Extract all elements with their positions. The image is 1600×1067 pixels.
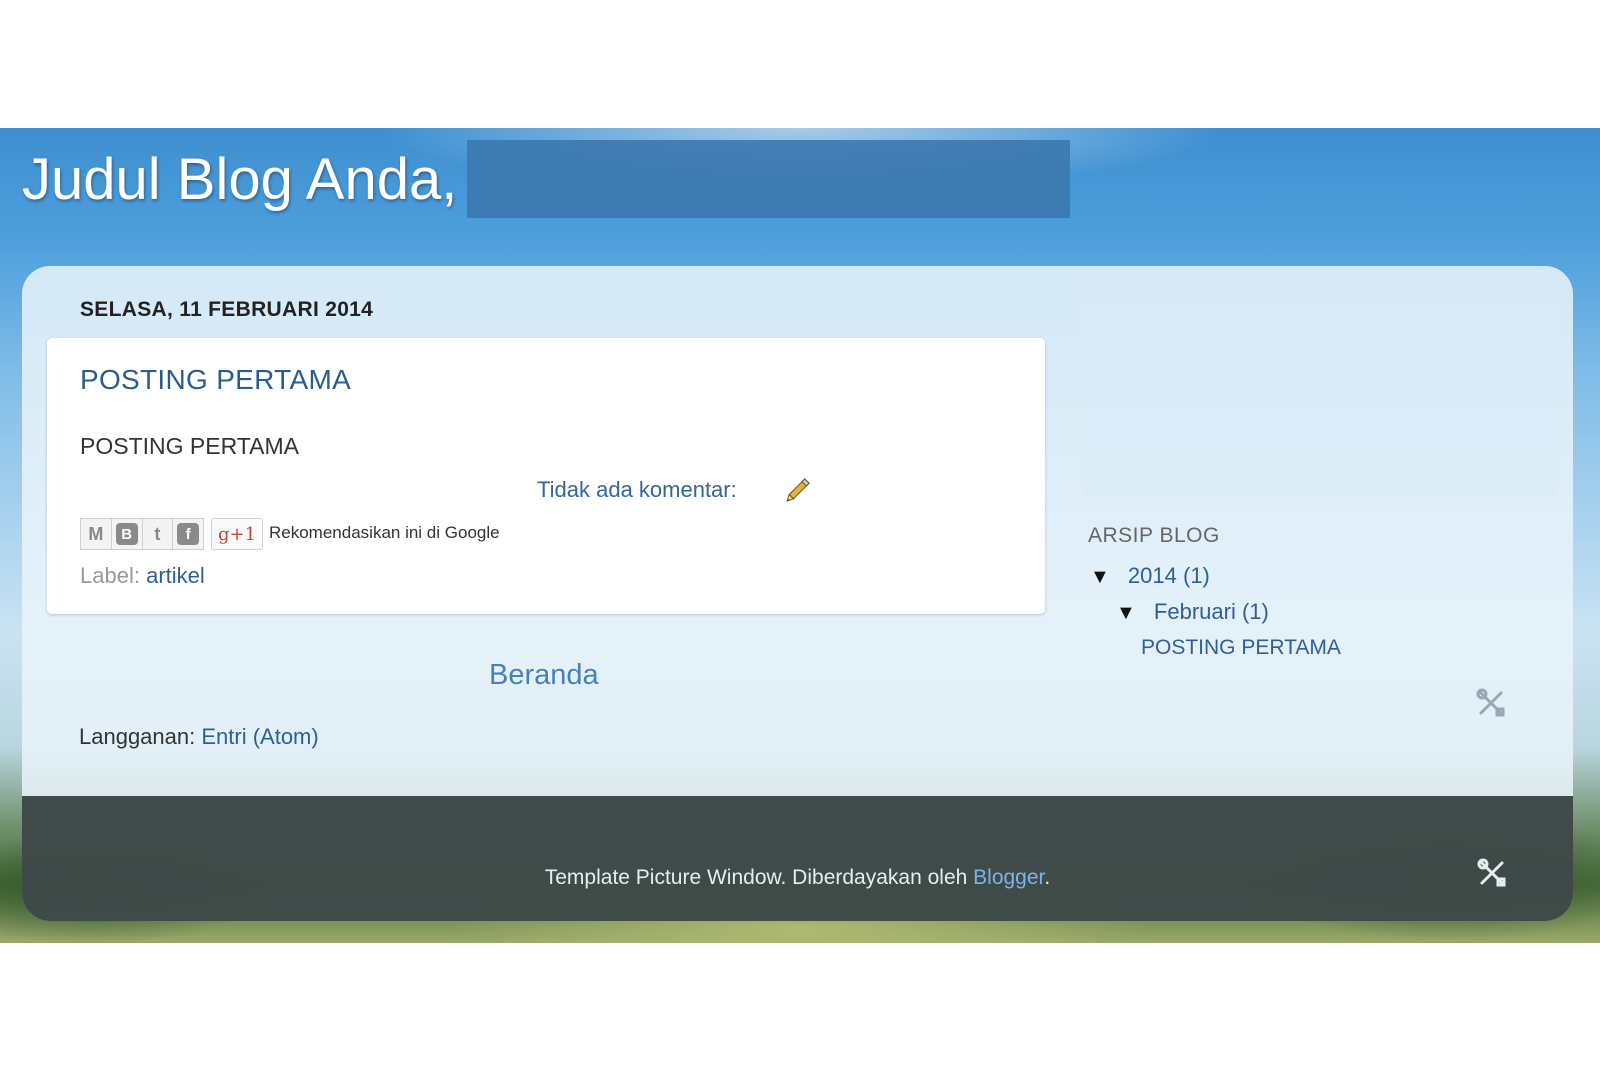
labels-prefix: Label: [80, 563, 140, 588]
blogger-link[interactable]: Blogger [973, 866, 1044, 889]
blog-title[interactable]: Judul Blog Anda, [22, 146, 457, 213]
facebook-share-button[interactable]: f [173, 519, 203, 549]
sidebar-widget-area [1082, 286, 1557, 496]
tools-icon[interactable] [1474, 686, 1508, 720]
email-icon: M [88, 523, 104, 544]
twitter-share-button[interactable]: t [143, 519, 174, 549]
footer: Template Picture Window. Diberdayakan ol… [22, 796, 1573, 921]
twitter-icon: t [154, 523, 161, 544]
collapse-toggle-icon[interactable]: ▼ [1116, 602, 1136, 624]
archive-month-count: (1) [1241, 599, 1269, 624]
share-button-group: M B t f [80, 518, 204, 550]
redacted-title-area [467, 140, 1070, 218]
facebook-icon: f [177, 523, 200, 545]
collapse-toggle-icon[interactable]: ▼ [1090, 566, 1110, 588]
post-card: POSTING PERTAMA POSTING PERTAMA Tidak ad… [47, 338, 1045, 614]
archive-month-item[interactable]: ▼ Februari (1) [1116, 599, 1269, 625]
archive-month-label[interactable]: Februari [1154, 599, 1236, 624]
footer-attribution: Template Picture Window. Diberdayakan ol… [22, 866, 1573, 890]
tools-icon[interactable] [1475, 856, 1509, 890]
comments-link[interactable]: Tidak ada komentar: [537, 477, 737, 503]
post-title[interactable]: POSTING PERTAMA [80, 364, 351, 396]
footer-suffix: . [1044, 866, 1051, 889]
archive-year-item[interactable]: ▼ 2014 (1) [1090, 563, 1210, 589]
subscribe-line: Langganan: Entri (Atom) [79, 724, 319, 750]
archive-heading: ARSIP BLOG [1088, 524, 1220, 547]
home-link[interactable]: Beranda [489, 659, 599, 692]
recommend-text: Rekomendasikan ini di Google [269, 523, 500, 542]
pencil-icon[interactable] [782, 476, 812, 506]
footer-text: Template Picture Window. Diberdayakan ol… [544, 866, 968, 889]
subscribe-prefix: Langganan: [79, 724, 196, 749]
blogger-icon: B [115, 523, 138, 545]
archive-post-link[interactable]: POSTING PERTAMA [1141, 636, 1341, 660]
archive-year-count: (1) [1183, 563, 1210, 588]
label-link[interactable]: artikel [146, 563, 205, 588]
post-labels: Label: artikel [80, 563, 205, 589]
google-plus-one-button[interactable]: g+1 [211, 518, 263, 550]
blog-background: Judul Blog Anda, SELASA, 11 FEBRUARI 201… [0, 128, 1600, 943]
content-panel: SELASA, 11 FEBRUARI 2014 POSTING PERTAMA… [22, 266, 1573, 921]
archive-year-label[interactable]: 2014 [1128, 563, 1177, 588]
blogger-share-button[interactable]: B [112, 519, 143, 549]
atom-feed-link[interactable]: Entri (Atom) [201, 724, 318, 749]
date-header: SELASA, 11 FEBRUARI 2014 [80, 298, 374, 321]
post-body: POSTING PERTAMA [80, 433, 299, 459]
email-share-button[interactable]: M [81, 519, 112, 549]
